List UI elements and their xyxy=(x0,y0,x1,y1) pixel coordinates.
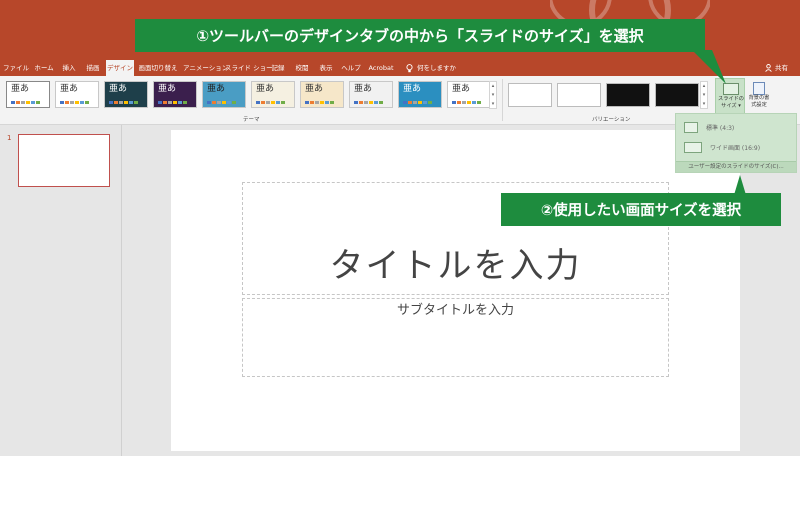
subtitle-placeholder[interactable]: サブタイトルを入力 xyxy=(242,298,669,377)
callout-step2-pointer xyxy=(734,175,746,195)
callout-step1-pointer xyxy=(692,50,726,84)
callout-step2: ②使用したい画面サイズを選択 xyxy=(501,193,781,226)
subtitle-placeholder-text: サブタイトルを入力 xyxy=(396,303,514,318)
title-placeholder-text: タイトルを入力 xyxy=(329,246,582,286)
